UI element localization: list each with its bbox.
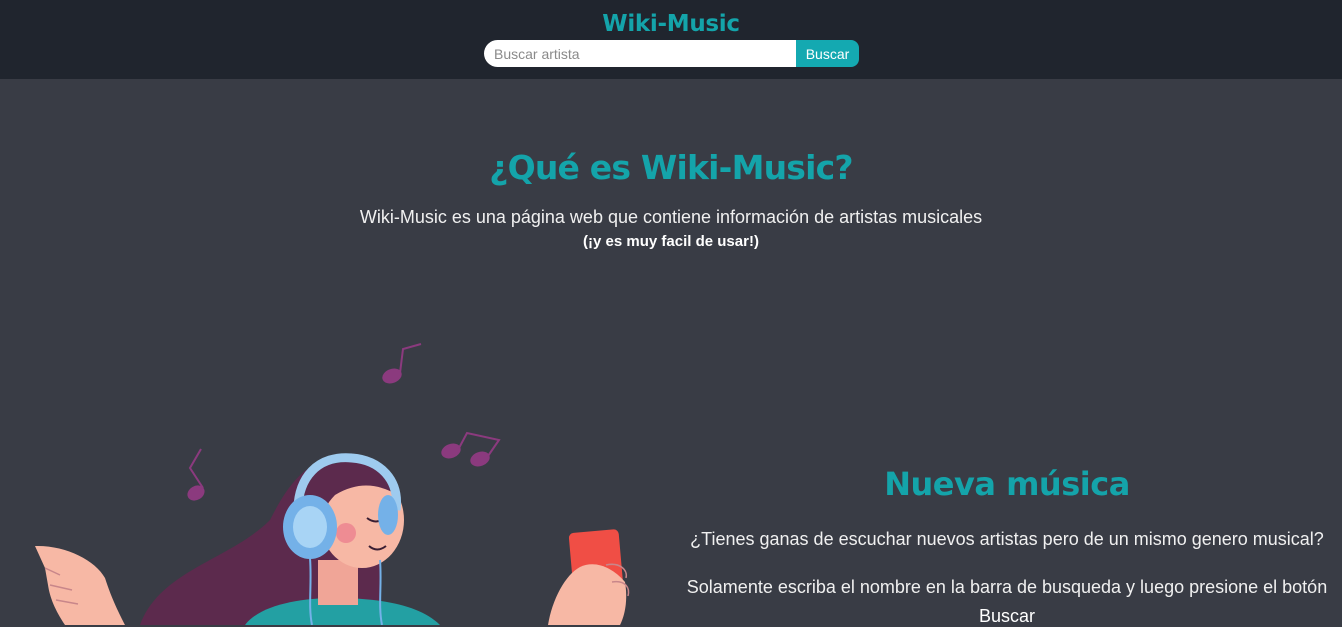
- new-music-instruction: Solamente escriba el nombre en la barra …: [686, 577, 1328, 597]
- about-note: (¡y es muy facil de usar!): [583, 233, 759, 250]
- site-logo[interactable]: Wiki-Music: [0, 11, 1342, 37]
- music-note-icon: [382, 343, 422, 384]
- about-description: Wiki-Music es una página web que contien…: [359, 207, 983, 227]
- search-input[interactable]: [484, 40, 796, 67]
- about-title: ¿Qué es Wiki-Music?: [489, 148, 853, 187]
- search-bar: Buscar: [484, 40, 859, 67]
- new-music-question: ¿Tienes ganas de escuchar nuevos artista…: [690, 529, 1324, 549]
- music-note-icon: [441, 431, 501, 467]
- music-listener-illustration: [35, 343, 630, 625]
- search-button[interactable]: Buscar: [796, 40, 859, 67]
- new-music-button-word: Buscar: [978, 606, 1036, 626]
- phone-icon: [548, 529, 630, 625]
- top-header: Wiki-Music Buscar: [0, 0, 1342, 79]
- pointing-hand-icon: [35, 545, 125, 625]
- music-note-icon: [187, 448, 205, 501]
- new-music-title: Nueva música: [884, 465, 1130, 503]
